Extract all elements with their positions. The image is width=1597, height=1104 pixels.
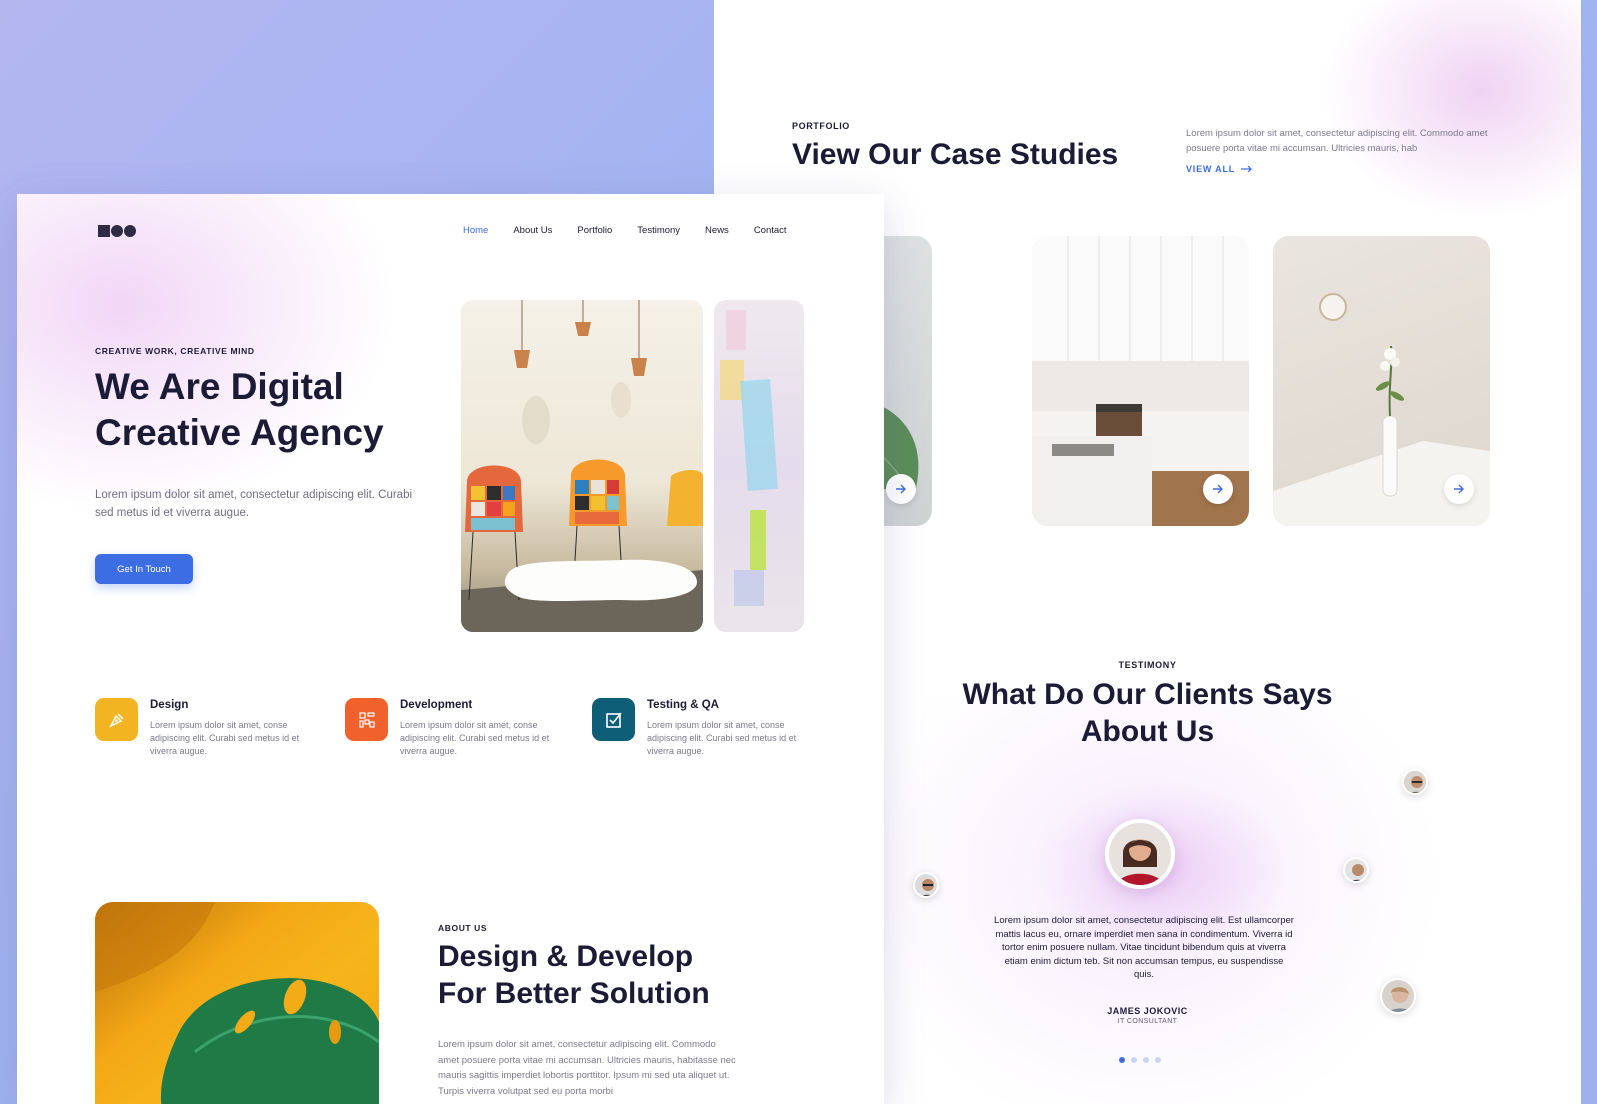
hero-title: We Are Digital Creative Agency: [95, 364, 384, 456]
checkbox-icon: [592, 698, 635, 741]
client-avatar[interactable]: [913, 872, 939, 898]
hero-title-line: We Are Digital: [95, 366, 344, 407]
background-glow: [1321, 0, 1581, 220]
landing-page-front: Home About Us Portfolio Testimony News C…: [17, 194, 884, 1104]
service-description: Lorem ipsum dolor sit amet, conse adipis…: [400, 720, 550, 756]
service-title: Development: [400, 699, 473, 711]
view-all-label: VIEW ALL: [1186, 164, 1236, 174]
slider-dot[interactable]: [1155, 1057, 1161, 1063]
logo-circle: [111, 225, 123, 237]
service-title: Design: [150, 699, 189, 711]
slider-dot[interactable]: [1143, 1057, 1149, 1063]
chairs-image: [461, 300, 703, 632]
service-title: Testing & QA: [647, 699, 719, 711]
about-title-line: Design & Develop: [438, 940, 694, 973]
arrow-right-icon: [1454, 484, 1464, 494]
service-item[interactable]: Testing & QA Lorem ipsum dolor sit amet,…: [592, 698, 797, 758]
about-title: Design & Develop For Better Solution: [438, 938, 710, 1012]
arrow-right-icon: [896, 484, 906, 494]
testimony-quote: Lorem ipsum dolor sit amet, consectetur …: [994, 915, 1294, 980]
nav-item-about-us[interactable]: About Us: [513, 225, 552, 236]
slider-dot[interactable]: [1119, 1057, 1125, 1063]
person-image: [1109, 823, 1171, 885]
service-description: Lorem ipsum dolor sit amet, conse adipis…: [647, 720, 797, 756]
portfolio-title: View Our Case Studies: [792, 138, 1119, 171]
nav-item-testimony[interactable]: Testimony: [637, 225, 680, 236]
service-item[interactable]: Development Lorem ipsum dolor sit amet, …: [345, 698, 550, 758]
card-arrow-button[interactable]: [1444, 474, 1474, 504]
about-title-line: For Better Solution: [438, 977, 710, 1010]
hero-title-line: Creative Agency: [95, 412, 384, 453]
about-description: Lorem ipsum dolor sit amet, consectetur …: [438, 1039, 736, 1097]
hero-eyebrow: CREATIVE WORK, CREATIVE MIND: [95, 346, 255, 356]
get-in-touch-button[interactable]: Get In Touch: [95, 554, 193, 584]
service-description: Lorem ipsum dolor sit amet, conse adipis…: [150, 720, 300, 756]
slider-dots: [1119, 1057, 1161, 1063]
sticky-notes-image: [720, 310, 778, 606]
code-blocks-icon: [345, 698, 388, 741]
view-all-link[interactable]: VIEW ALL: [1186, 164, 1253, 174]
hero-photo-notes: [714, 300, 804, 632]
service-item[interactable]: Design Lorem ipsum dolor sit amet, conse…: [95, 698, 300, 758]
about-photo: [95, 902, 379, 1104]
card-arrow-button[interactable]: [886, 474, 916, 504]
arrow-right-icon: [1241, 165, 1252, 173]
hero-description: Lorem ipsum dolor sit amet, consectetur …: [95, 489, 413, 519]
brand-logo[interactable]: [98, 225, 136, 237]
featured-client-avatar[interactable]: [1105, 819, 1175, 889]
nav-item-portfolio[interactable]: Portfolio: [577, 225, 612, 236]
nav-item-news[interactable]: News: [705, 225, 729, 236]
nav-item-contact[interactable]: Contact: [754, 225, 787, 236]
portfolio-eyebrow: PORTFOLIO: [792, 121, 850, 131]
client-avatar[interactable]: [1343, 857, 1369, 883]
nav-item-home[interactable]: Home: [463, 225, 488, 236]
about-eyebrow: ABOUT US: [438, 923, 488, 933]
portfolio-description: Lorem ipsum dolor sit amet, consectetur …: [1186, 128, 1488, 154]
slider-dot[interactable]: [1131, 1057, 1137, 1063]
case-study-card[interactable]: [1032, 236, 1249, 526]
logo-square: [98, 225, 110, 237]
main-nav: Home About Us Portfolio Testimony News C…: [463, 225, 787, 236]
arrow-right-icon: [1213, 484, 1223, 494]
logo-circle: [124, 225, 136, 237]
case-study-card[interactable]: [1273, 236, 1490, 526]
hero-photo-chairs: [461, 300, 703, 632]
card-arrow-button[interactable]: [1203, 474, 1233, 504]
pen-tool-icon: [95, 698, 138, 741]
client-avatar[interactable]: [1402, 769, 1428, 795]
monstera-leaf-image: [95, 902, 379, 1104]
